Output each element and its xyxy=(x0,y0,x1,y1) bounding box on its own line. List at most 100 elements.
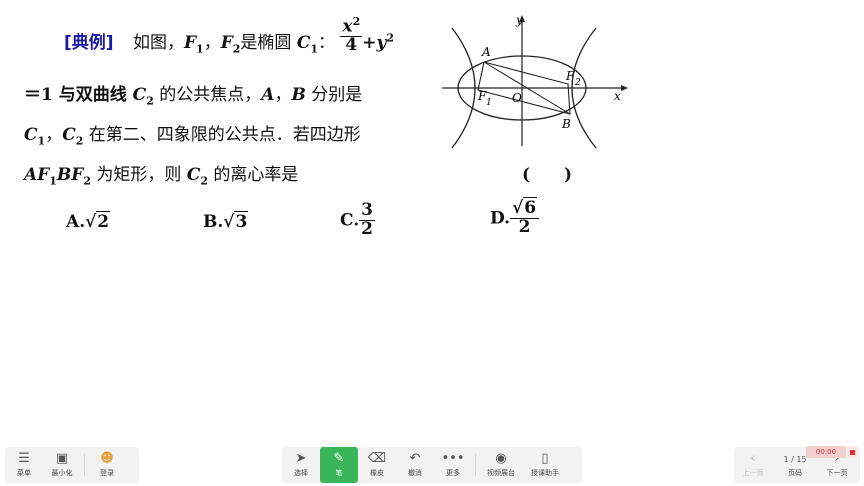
more-label: 更多 xyxy=(446,469,460,477)
text: 如图， xyxy=(132,33,184,53)
center-toolbar-group: ➤ 选择 ✎ 笔 ⌫ 橡皮 ↶ 撤消 ••• 更多 ◉ 视频展台 ▯ 授课助手 xyxy=(282,447,582,483)
option-c: C. 3 2 xyxy=(340,201,375,239)
left-toolbar-group: ☰ 菜单 ▣ 最小化 ☻ 登录 xyxy=(5,447,139,483)
divider xyxy=(84,454,85,476)
denominator: 2 xyxy=(518,216,531,237)
point-a-label: A xyxy=(481,45,491,59)
x-var: x xyxy=(342,16,353,37)
text: 为矩形，则 xyxy=(91,165,187,185)
text: 的离心率是 xyxy=(208,165,299,185)
answer-paren: ( ) xyxy=(522,165,573,185)
stop-recording-button[interactable] xyxy=(847,446,857,458)
c2-var: C xyxy=(62,125,76,145)
undo-button[interactable]: ↶ 撤消 xyxy=(396,447,434,483)
select-button[interactable]: ➤ 选择 xyxy=(282,447,320,483)
y-axis-label: y xyxy=(515,13,523,27)
problem-line-3: C1，C2 在第二、四象限的公共点．若四边形 xyxy=(24,120,361,147)
menu-button[interactable]: ☰ 菜单 xyxy=(5,447,43,483)
text: ， xyxy=(203,33,221,53)
x-arrow xyxy=(621,85,628,91)
problem-line-2: ＝1 与双曲线 C2 的公共焦点，A，B 分别是 xyxy=(24,80,362,107)
sub: 1 xyxy=(196,42,204,56)
option-a: A.√2 xyxy=(66,211,111,232)
option-d: D. √6 2 xyxy=(490,197,540,237)
text: ， xyxy=(274,85,292,105)
teaching-assistant-label: 授课助手 xyxy=(531,469,559,477)
text: ＝1 与双曲线 xyxy=(24,85,133,105)
select-label: 选择 xyxy=(294,469,308,477)
bf-var: BF xyxy=(56,165,84,185)
option-label: D. xyxy=(490,208,511,229)
f1-var: F xyxy=(183,33,197,53)
radicand: 3 xyxy=(234,211,249,232)
origin-label: O xyxy=(512,91,522,105)
option-label: B. xyxy=(203,212,224,232)
video-booth-button[interactable]: ◉ 视频展台 xyxy=(479,447,523,483)
avatar-icon: ☻ xyxy=(100,451,114,466)
eraser-label: 橡皮 xyxy=(370,469,384,477)
login-label: 登录 xyxy=(100,469,114,477)
sqrt: √2 xyxy=(85,211,111,232)
teaching-assistant-button[interactable]: ▯ 授课助手 xyxy=(523,447,567,483)
eraser-button[interactable]: ⌫ 橡皮 xyxy=(358,447,396,483)
cursor-icon: ➤ xyxy=(295,451,307,466)
fraction-x2-over-4: x2 4 xyxy=(340,14,363,56)
text: 在第二、四象限的公共点．若四边形 xyxy=(83,125,361,145)
prev-page-label: 上一页 xyxy=(742,469,764,477)
focus-f2-label: F xyxy=(565,69,575,83)
sub: 1 xyxy=(49,174,57,188)
minimize-icon: ▣ xyxy=(55,451,69,466)
fraction: 32 xyxy=(359,201,375,239)
sqrt: √3 xyxy=(223,211,249,232)
c1-var: C xyxy=(24,125,38,145)
eraser-icon: ⌫ xyxy=(367,451,387,466)
page-label: 页码 xyxy=(788,469,802,477)
plus: + xyxy=(362,33,377,53)
example-tag: [典例] xyxy=(64,33,114,53)
text: 是椭圆 xyxy=(240,33,297,53)
x-axis-label: x xyxy=(614,89,621,103)
more-icon: ••• xyxy=(441,451,465,466)
fraction: √6 2 xyxy=(510,197,540,237)
c2-var: C xyxy=(132,85,147,105)
c2-var: C xyxy=(186,165,201,185)
chevron-left-icon: ‹ xyxy=(750,451,756,466)
focus-f1-sub: 1 xyxy=(486,98,492,108)
recording-timer: 00:00 xyxy=(806,446,846,458)
sub: 1 xyxy=(310,42,319,56)
sup: 2 xyxy=(386,31,395,45)
prev-page-button[interactable]: ‹ 上一页 xyxy=(734,447,772,483)
ellipse-hyperbola-figure: y x O A B F 1 F 2 xyxy=(442,13,628,149)
phone-icon: ▯ xyxy=(541,451,549,466)
camera-icon: ◉ xyxy=(495,451,507,466)
af-var: AF xyxy=(24,165,50,185)
slide-canvas: [典例] 如图，F1，F2是椭圆 C1： x2 4 +y2 ＝1 与双曲线 C2 的… xyxy=(0,0,864,440)
option-label: A. xyxy=(66,212,86,232)
login-button[interactable]: ☻ 登录 xyxy=(88,447,126,483)
denominator: 2 xyxy=(361,218,373,239)
c1-var: C xyxy=(296,33,311,53)
a-var: A xyxy=(261,85,275,105)
denominator: 4 xyxy=(345,35,358,56)
page-number: 1 / 15 xyxy=(783,455,807,464)
more-button[interactable]: ••• 更多 xyxy=(434,447,472,483)
next-page-label: 下一页 xyxy=(826,469,848,477)
menu-label: 菜单 xyxy=(17,469,31,477)
sqrt: √6 xyxy=(512,197,538,218)
undo-icon: ↶ xyxy=(409,451,421,466)
radicand: 2 xyxy=(96,211,111,232)
minimize-label: 最小化 xyxy=(51,469,73,477)
point-b-label: B xyxy=(561,117,571,131)
pen-button[interactable]: ✎ 笔 xyxy=(320,447,358,483)
y-var: y xyxy=(376,33,387,53)
sup: 2 xyxy=(352,14,361,28)
menu-icon: ☰ xyxy=(18,451,30,466)
stop-icon xyxy=(849,449,855,455)
f2-var: F xyxy=(220,33,233,53)
option-label: C. xyxy=(340,210,360,231)
sub: 2 xyxy=(83,174,92,188)
text: ： xyxy=(318,33,336,53)
text: ， xyxy=(45,125,63,145)
video-booth-label: 视频展台 xyxy=(487,469,515,477)
minimize-button[interactable]: ▣ 最小化 xyxy=(43,447,81,483)
